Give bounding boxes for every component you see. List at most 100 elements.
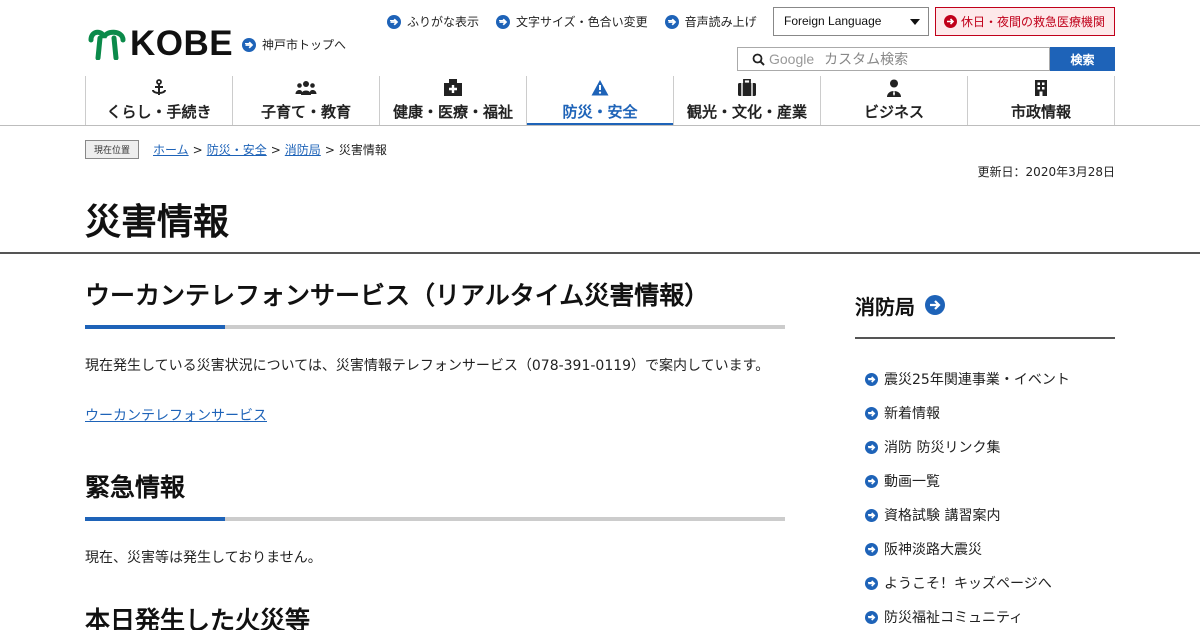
emergency-medical-link[interactable]: 休日・夜間の救急医療機関 [935,7,1115,36]
breadcrumb-separator: > [192,142,203,157]
nav-item-label: 健康・医療・福祉 [392,103,513,121]
section-heading: 本日発生した火災等 [85,606,311,630]
sidebar-item-label: 防災福祉コミュニティ [884,610,1024,626]
sidebar-heading: 消防局 [855,294,915,319]
kobe-emblem-icon [88,29,126,60]
section-text: 現在発生している災害状況については、災害情報テレフォンサービス（078-391-… [85,357,770,374]
read-aloud-link-label: 音声読み上げ [684,15,757,29]
heading-underline [85,324,785,329]
sidebar-item-label: 消防 防災リンク集 [884,440,1001,456]
sidebar-item[interactable]: 動画一覧 [855,464,1115,498]
city-top-link-label: 神戸市トップへ [262,38,347,52]
read-aloud-link[interactable]: 音声読み上げ [664,13,757,30]
people-icon [295,81,317,95]
header-divider [0,125,1200,126]
arrow-circle-icon [242,37,256,52]
section-heading: 緊急情報 [85,473,186,502]
arrow-circle-icon [664,14,679,29]
arrow-circle-icon [496,14,511,29]
breadcrumb-current: 災害情報 [338,143,387,157]
font-size-color-link-label: 文字サイズ・色合い変更 [516,15,648,29]
breadcrumb-home[interactable]: ホーム [153,141,189,158]
sidebar-item[interactable]: 新着情報 [855,396,1115,430]
emergency-medical-link-label: 休日・夜間の救急医療機関 [961,15,1106,29]
site-search: Google カスタム検索 検索 [737,47,1115,71]
sidebar-item-label: 資格試験 講習案内 [884,508,1001,524]
nav-item-childcare[interactable]: 子育て・教育 [232,76,379,125]
building-icon [1035,80,1047,96]
language-select[interactable]: Foreign Language [773,7,929,36]
language-select-value: Foreign Language [784,14,882,28]
person-icon [887,79,901,97]
nav-item-tourism[interactable]: 観光・文化・産業 [673,76,820,125]
sidebar-item[interactable]: 資格試験 講習案内 [855,498,1115,532]
nav-item-health[interactable]: 健康・医療・福祉 [379,76,526,125]
nav-item-label: 観光・文化・産業 [686,103,807,121]
updated-date: 更新日：2020年3月28日 [977,165,1115,179]
nav-item-safety[interactable]: 防災・安全 [526,76,673,126]
breadcrumb-separator: > [270,142,281,157]
sidebar-item[interactable]: 阪神淡路大震災 [855,532,1115,566]
warning-icon [591,80,609,96]
section-telephone-service: ウーカンテレフォンサービス（リアルタイム災害情報） 現在発生している災害状況につ… [85,280,785,425]
furigana-link-label: ふりがな表示 [407,15,480,29]
breadcrumb: 現在位置 ホーム > 防災・安全 > 消防局 > 災害情報 [85,140,387,159]
breadcrumb-safety[interactable]: 防災・安全 [207,141,267,158]
breadcrumb-fire-dept[interactable]: 消防局 [285,141,321,158]
sidebar-item[interactable]: ようこそ！キッズページへ [855,566,1115,600]
arrow-circle-icon [944,15,957,28]
arrow-circle-icon [865,542,878,556]
breadcrumb-separator: > [324,142,335,157]
heading-underline [85,516,785,521]
sidebar-item-label: 新着情報 [884,406,940,422]
section-heading: ウーカンテレフォンサービス（リアルタイム災害情報） [85,281,710,310]
sidebar-item[interactable]: 消防 防災リンク集 [855,430,1115,464]
arrow-circle-icon [865,576,878,590]
city-top-link[interactable]: 神戸市トップへ [242,36,346,53]
sidebar-item-label: 阪神淡路大震災 [884,542,982,558]
sidebar: 消防局 震災25年関連事業・イベント 新着情報 消防 防災リンク集 動画一覧 資… [855,280,1115,630]
sidebar-item-label: 震災25年関連事業・イベント [884,372,1070,388]
search-placeholder: カスタム検索 [824,52,909,68]
nav-item-label: 防災・安全 [562,103,638,121]
search-brand: Google [769,51,815,67]
arrow-circle-icon [865,406,878,420]
search-input[interactable]: Google カスタム検索 [737,47,1050,71]
nav-item-label: ビジネス [863,103,924,121]
nav-item-city-admin[interactable]: 市政情報 [967,76,1115,125]
nav-item-living[interactable]: くらし・手続き [85,76,232,125]
telephone-service-link[interactable]: ウーカンテレフォンサービス [85,405,267,425]
hospital-icon [444,79,462,96]
sidebar-item[interactable]: 防災福祉コミュニティ [855,600,1115,630]
suitcase-icon [738,79,756,96]
sidebar-item-label: ようこそ！キッズページへ [884,576,1052,592]
section-todays-fires: 本日発生した火災等 [85,605,785,630]
arrow-circle-icon [387,14,401,29]
nav-item-label: 市政情報 [1010,103,1071,121]
chevron-down-icon [910,19,920,25]
arrow-circle-icon [865,440,878,454]
sidebar-list: 震災25年関連事業・イベント 新着情報 消防 防災リンク集 動画一覧 資格試験 … [855,362,1115,630]
page-title: 災害情報 [85,202,230,243]
search-button[interactable]: 検索 [1050,47,1115,71]
arrow-circle-icon [865,372,878,386]
title-divider [0,252,1200,254]
font-size-color-link[interactable]: 文字サイズ・色合い変更 [496,13,648,30]
arrow-circle-icon [925,295,945,315]
sidebar-item[interactable]: 震災25年関連事業・イベント [855,362,1115,396]
arrow-circle-icon [865,508,878,522]
utility-links: ふりがな表示 文字サイズ・色合い変更 音声読み上げ [387,13,774,30]
arrow-circle-icon [865,474,878,488]
nav-item-label: くらし・手続き [106,103,212,121]
nav-item-business[interactable]: ビジネス [820,76,967,125]
arrow-circle-icon [865,610,878,624]
current-location-tag: 現在位置 [85,140,140,159]
nav-item-label: 子育て・教育 [260,103,351,121]
logo-text: KOBE [130,24,234,63]
furigana-link[interactable]: ふりがな表示 [387,13,479,30]
sidebar-item-label: 動画一覧 [884,474,940,490]
search-icon [752,53,765,66]
anchor-icon [152,79,166,95]
sidebar-heading-link[interactable]: 消防局 [855,280,1115,330]
kobe-logo[interactable]: KOBE [88,26,233,61]
